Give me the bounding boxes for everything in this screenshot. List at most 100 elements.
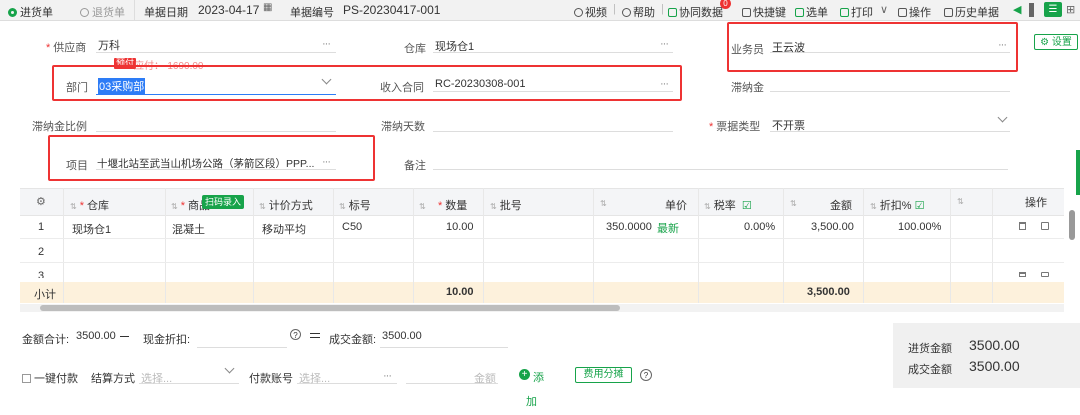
cell-product[interactable]: 混凝土 — [172, 221, 205, 237]
amount-placeholder: 金额 — [474, 373, 496, 385]
sync-data-button[interactable]: 协同数据 — [668, 4, 723, 20]
fee-allocation-button[interactable]: 费用分摊 — [575, 367, 632, 383]
salesman-field[interactable] — [770, 33, 1010, 53]
select-order-button[interactable]: 选单 — [795, 4, 828, 20]
history-button[interactable]: 历史单据 — [944, 4, 999, 20]
more-icon[interactable]: ··· — [322, 156, 331, 168]
grid-line — [950, 188, 951, 303]
deal-label: 成交金额: — [329, 334, 377, 346]
gear-icon: ⚙ — [1040, 37, 1050, 48]
col-price[interactable]: 单价 — [665, 197, 687, 213]
prev-arrow-icon[interactable]: ◀ — [1013, 3, 1021, 16]
deposit-field[interactable] — [770, 72, 1010, 92]
doc-no-value[interactable]: PS-20230417-001 — [343, 3, 440, 17]
col-batch[interactable]: ⇅ 批号 — [490, 197, 522, 213]
subtotal-qty: 10.00 — [446, 286, 474, 298]
col-amount-sort-icon[interactable]: ⇅ — [790, 197, 797, 209]
print-button[interactable]: 打印 — [840, 4, 873, 20]
more-icon[interactable]: ··· — [660, 38, 669, 50]
supplier-value: 万科 — [98, 40, 120, 52]
add-button-line2[interactable]: 加 — [526, 393, 537, 409]
grid-line — [863, 188, 864, 303]
trash-icon[interactable] — [1019, 272, 1026, 277]
project-value: 十堰北站至武当山机场公路（茅箭区段）PPP... — [97, 158, 315, 170]
checkbox-icon[interactable] — [22, 374, 31, 383]
deposit-ratio-label: 滞纳金比例 — [32, 121, 87, 133]
more-icon[interactable]: ··· — [998, 39, 1007, 51]
project-label: 项目 — [66, 160, 88, 172]
cell-discount[interactable]: 100.00% — [898, 221, 941, 233]
settings-button[interactable]: ⚙ 设置 — [1034, 34, 1078, 50]
deal-value: 3500.00 — [382, 330, 422, 342]
layout-icon[interactable]: ⊞ — [1066, 3, 1075, 16]
cell-valuation[interactable]: 移动平均 — [262, 221, 306, 237]
edit-icon[interactable]: ☑ — [915, 200, 925, 212]
calendar-icon[interactable]: ▦ — [263, 2, 272, 13]
deposit-days-field[interactable] — [433, 112, 673, 132]
col-warehouse[interactable]: ⇅ * 仓库 — [70, 197, 109, 213]
col-discount[interactable]: ⇅ 折扣% ☑ — [870, 197, 924, 213]
row-number: 3 — [38, 270, 45, 278]
cash-discount-input[interactable] — [197, 328, 287, 348]
cell-grade[interactable]: C50 — [342, 221, 362, 233]
remark-field[interactable] — [433, 150, 1008, 170]
tab-purchase-in[interactable]: 进货单 — [8, 4, 53, 20]
radio-checked-icon — [8, 8, 17, 17]
cash-discount-label: 现金折扣: — [143, 334, 191, 346]
cell-price[interactable]: 350.0000 — [606, 221, 652, 233]
col-valuation[interactable]: ⇅ 计价方式 — [259, 197, 313, 213]
tab-purchase-return[interactable]: 退货单 — [80, 4, 125, 20]
cell-warehouse[interactable]: 现场仓1 — [72, 221, 111, 237]
question-icon[interactable]: ? — [640, 369, 652, 381]
cell-amount[interactable]: 3,500.00 — [811, 221, 854, 233]
grid-line — [20, 238, 1064, 239]
vertical-scrollbar-thumb[interactable] — [1069, 210, 1075, 240]
cell-qty[interactable]: 10.00 — [446, 221, 474, 233]
col-qty[interactable]: ⇅ * 数量 — [419, 197, 467, 213]
help-button[interactable]: 帮助 — [622, 4, 655, 20]
add-button[interactable]: 添 — [533, 369, 544, 385]
minus-icon — [120, 336, 129, 337]
edit-icon[interactable]: ☑ — [742, 200, 752, 212]
col-tax[interactable]: ⇅ 税率 ☑ — [704, 197, 752, 213]
menu-icon[interactable]: ☰ — [1044, 2, 1062, 17]
col-amount[interactable]: 金额 — [830, 197, 852, 213]
trash-icon[interactable] — [1019, 222, 1026, 230]
copy-icon[interactable] — [1041, 272, 1049, 277]
shortcut-button[interactable]: 快捷键 — [742, 4, 786, 20]
more-icon[interactable]: ··· — [660, 78, 669, 90]
more-icon[interactable]: ··· — [383, 370, 392, 382]
cell-tax[interactable]: 0.00% — [744, 221, 775, 233]
print-dropdown-icon[interactable]: ∨ — [880, 3, 888, 16]
deposit-ratio-field[interactable] — [96, 112, 336, 132]
date-value[interactable]: 2023-04-17 — [198, 3, 259, 17]
deposit-days-label: 滞纳天数 — [381, 121, 425, 133]
scan-entry-button[interactable]: 扫码录入 — [202, 195, 245, 209]
divider: | — [661, 3, 664, 15]
question-icon[interactable]: ? — [290, 329, 301, 340]
supplier-field[interactable] — [96, 33, 336, 53]
side-tab[interactable] — [1076, 150, 1080, 195]
divider: | — [613, 3, 616, 15]
invoice-type-select[interactable] — [770, 112, 1010, 132]
contract-label: 收入合同 — [380, 82, 424, 94]
grid-icon — [898, 8, 907, 17]
scrollbar-thumb[interactable] — [40, 305, 620, 311]
col-grade[interactable]: ⇅ 标号 — [339, 197, 371, 213]
copy-icon[interactable] — [1041, 222, 1049, 230]
one-click-pay[interactable]: 一键付款 — [22, 370, 78, 386]
col-price-sort-icon[interactable]: ⇅ — [600, 197, 607, 209]
video-button[interactable]: 视频 — [574, 4, 607, 20]
divider — [134, 0, 135, 20]
column-settings-icon[interactable]: ⚙ — [36, 195, 46, 208]
grid-line — [333, 188, 334, 303]
operations-button[interactable]: 操作 — [898, 4, 931, 20]
latest-price-tag[interactable]: 最新 — [657, 220, 679, 236]
plus-icon[interactable]: + — [519, 369, 530, 380]
settle-placeholder: 选择... — [141, 373, 173, 385]
sort-icon[interactable]: ⇅ — [957, 197, 964, 206]
more-icon[interactable]: ··· — [322, 38, 331, 50]
salesman-label: 业务员 — [731, 44, 764, 56]
row-number: 1 — [38, 221, 45, 233]
contract-value: RC-20230308-001 — [435, 78, 526, 90]
